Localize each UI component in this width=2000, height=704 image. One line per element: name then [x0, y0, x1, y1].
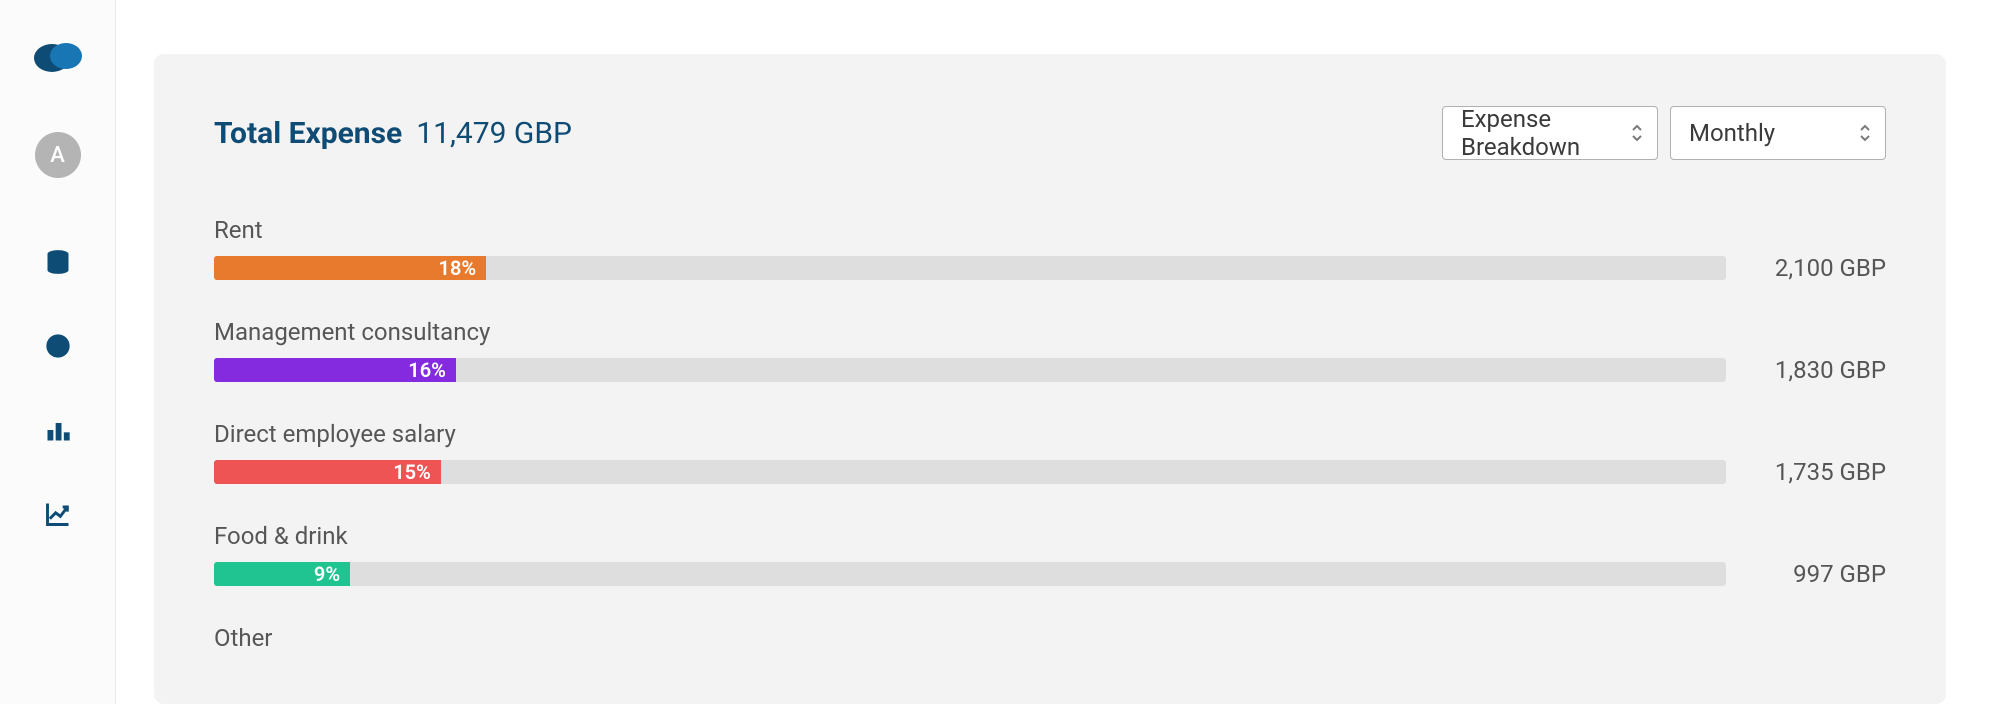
expense-row-bar-line: 16% 1,830 GBP — [214, 356, 1886, 384]
breakdown-select[interactable]: Expense Breakdown — [1442, 106, 1658, 160]
bar-chart-icon[interactable] — [44, 416, 72, 444]
bar-fill: 16% — [214, 358, 456, 382]
app-logo[interactable] — [30, 36, 86, 76]
period-select[interactable]: Monthly — [1670, 106, 1886, 160]
line-chart-icon[interactable] — [44, 500, 72, 528]
title-block: Total Expense 11,479 GBP — [214, 116, 572, 151]
expense-row-label: Management consultancy — [214, 318, 1886, 346]
avatar[interactable]: A — [35, 132, 81, 178]
bar-fill: 9% — [214, 562, 350, 586]
expense-row: Direct employee salary 15% 1,735 GBP — [214, 420, 1886, 486]
bar-pct-label: 9% — [314, 562, 340, 586]
bar-track: 16% — [214, 358, 1726, 382]
expense-row-bar-line: 15% 1,735 GBP — [214, 458, 1886, 486]
expense-row-value: 1,735 GBP — [1766, 458, 1886, 486]
bar-pct-label: 15% — [393, 460, 431, 484]
sidebar: A — [0, 0, 116, 704]
expense-row-value: 997 GBP — [1766, 560, 1886, 588]
expense-row-value: 1,830 GBP — [1766, 356, 1886, 384]
bar-track: 18% — [214, 256, 1726, 280]
selector-group: Expense Breakdown Monthly — [1442, 106, 1886, 160]
page-title: Total Expense — [214, 116, 402, 151]
expense-row: Rent 18% 2,100 GBP — [214, 216, 1886, 282]
bar-pct-label: 16% — [408, 358, 446, 382]
avatar-letter: A — [50, 143, 65, 168]
expense-row-bar-line: 9% 997 GBP — [214, 560, 1886, 588]
select-chevron-icon — [1631, 124, 1643, 142]
expense-rows: Rent 18% 2,100 GBP Management consultanc… — [214, 216, 1886, 652]
database-icon[interactable] — [44, 248, 72, 276]
expense-row-label: Other — [214, 624, 1886, 652]
breakdown-select-value: Expense Breakdown — [1461, 105, 1611, 161]
select-chevron-icon — [1859, 124, 1871, 142]
bar-fill: 18% — [214, 256, 486, 280]
total-expense-value: 11,479 GBP — [416, 116, 572, 151]
expense-row-label: Food & drink — [214, 522, 1886, 550]
expense-row-bar-line: 18% 2,100 GBP — [214, 254, 1886, 282]
period-select-value: Monthly — [1689, 119, 1775, 147]
expense-row: Other — [214, 624, 1886, 652]
expense-card: Total Expense 11,479 GBP Expense Breakdo… — [154, 54, 1946, 704]
bar-fill: 15% — [214, 460, 441, 484]
expense-row: Food & drink 9% 997 GBP — [214, 522, 1886, 588]
expense-row-value: 2,100 GBP — [1766, 254, 1886, 282]
expense-row-label: Rent — [214, 216, 1886, 244]
bar-track: 9% — [214, 562, 1726, 586]
expense-row: Management consultancy 16% 1,830 GBP — [214, 318, 1886, 384]
card-header: Total Expense 11,479 GBP Expense Breakdo… — [214, 106, 1886, 160]
main-content: Total Expense 11,479 GBP Expense Breakdo… — [116, 0, 2000, 704]
bar-track: 15% — [214, 460, 1726, 484]
expense-row-label: Direct employee salary — [214, 420, 1886, 448]
pie-chart-icon[interactable] — [44, 332, 72, 360]
bar-pct-label: 18% — [439, 256, 477, 280]
